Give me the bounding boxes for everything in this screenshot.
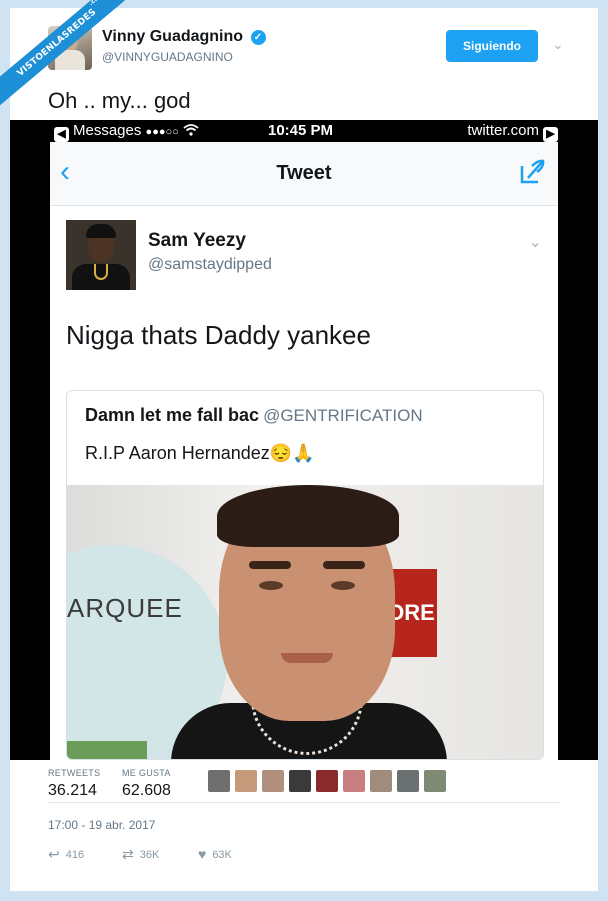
tweet-text: Oh .. my... god bbox=[48, 88, 191, 113]
like-count: 63K bbox=[212, 849, 232, 861]
retweets-value: 36.214 bbox=[48, 782, 97, 799]
wifi-icon bbox=[183, 122, 199, 139]
author-name-row[interactable]: Vinny Guadagnino ✓ bbox=[102, 28, 266, 46]
liker-avatar[interactable] bbox=[316, 770, 338, 792]
quoted-tweet: Damn let me fall bac @GENTRIFICATION R.I.… bbox=[66, 390, 544, 760]
quoted-author-name: Damn let me fall bac bbox=[85, 405, 260, 425]
likes-stat[interactable]: ME GUSTA 62.608 bbox=[122, 768, 171, 800]
tweet-timestamp[interactable]: 17:00 - 19 abr. 2017 bbox=[48, 818, 155, 832]
retweet-button[interactable]: ⇄ 36K bbox=[122, 846, 159, 863]
embedded-screenshot: ◀ Messages ●●●○○ 10:45 PM twitter.com ▶ ‹ … bbox=[10, 120, 598, 760]
liker-avatar[interactable] bbox=[208, 770, 230, 792]
ios-status-bar: ◀ Messages ●●●○○ 10:45 PM twitter.com ▶ bbox=[50, 120, 558, 142]
heart-icon: ♥ bbox=[198, 846, 207, 862]
verified-badge-icon: ✓ bbox=[250, 30, 266, 45]
liker-avatar[interactable] bbox=[235, 770, 257, 792]
liker-avatar[interactable] bbox=[262, 770, 284, 792]
retweet-count: 36K bbox=[139, 849, 160, 861]
quoted-tweet-text: R.I.P Aaron Hernandez😔🙏 bbox=[85, 443, 315, 463]
nav-title: Tweet bbox=[276, 162, 332, 184]
embedded-author-avatar bbox=[66, 220, 136, 290]
status-site: twitter.com bbox=[467, 122, 539, 139]
liker-avatar[interactable] bbox=[397, 770, 419, 792]
likes-value: 62.608 bbox=[122, 782, 171, 799]
signal-strength: ●●●○○ bbox=[145, 126, 179, 138]
phone-screen: ‹ Tweet Sam Yeezy @samstaydipped ⌄ Nigga… bbox=[50, 142, 558, 760]
reply-count: 416 bbox=[65, 849, 85, 861]
embedded-author-name: Sam Yeezy bbox=[148, 230, 246, 251]
embedded-tweet-text: Nigga thats Daddy yankee bbox=[66, 320, 371, 350]
chevron-down-icon[interactable]: ⌄ bbox=[552, 36, 564, 53]
divider bbox=[48, 802, 560, 803]
photo-sign-left: ARQUEE bbox=[67, 593, 183, 623]
embedded-chevron-down-icon: ⌄ bbox=[528, 234, 542, 251]
liker-avatar[interactable] bbox=[343, 770, 365, 792]
forward-icon: ▶ bbox=[543, 127, 558, 142]
tweet-card: VISTOENLASREDES .com Vinny Guadagnino ✓ … bbox=[0, 0, 598, 891]
liker-avatar[interactable] bbox=[370, 770, 392, 792]
back-to-app-icon: ◀ bbox=[54, 127, 69, 142]
likes-label: ME GUSTA bbox=[122, 768, 171, 778]
reply-icon: ↩ bbox=[48, 846, 60, 862]
author-handle[interactable]: @VINNYGUADAGNINO bbox=[102, 50, 233, 64]
quoted-tweet-photo: ARQUEE ORE bbox=[67, 485, 543, 759]
retweet-icon: ⇄ bbox=[122, 846, 134, 862]
status-back-app: Messages bbox=[73, 122, 142, 139]
retweets-label: RETWEETS bbox=[48, 768, 101, 778]
status-time: 10:45 PM bbox=[268, 122, 334, 139]
retweets-stat[interactable]: RETWEETS 36.214 bbox=[48, 768, 100, 800]
like-button[interactable]: ♥ 63K bbox=[198, 846, 232, 862]
reply-button[interactable]: ↩ 416 bbox=[48, 846, 84, 863]
quoted-author-handle: @GENTRIFICATION bbox=[263, 406, 423, 425]
embedded-author-handle: @samstaydipped bbox=[148, 256, 272, 273]
following-button[interactable]: Siguiendo bbox=[446, 30, 538, 62]
liker-avatar[interactable] bbox=[424, 770, 446, 792]
compose-tweet-icon[interactable] bbox=[518, 158, 546, 186]
navigation-bar: ‹ Tweet bbox=[50, 142, 558, 206]
author-name[interactable]: Vinny Guadagnino bbox=[102, 28, 243, 45]
liker-avatar[interactable] bbox=[289, 770, 311, 792]
